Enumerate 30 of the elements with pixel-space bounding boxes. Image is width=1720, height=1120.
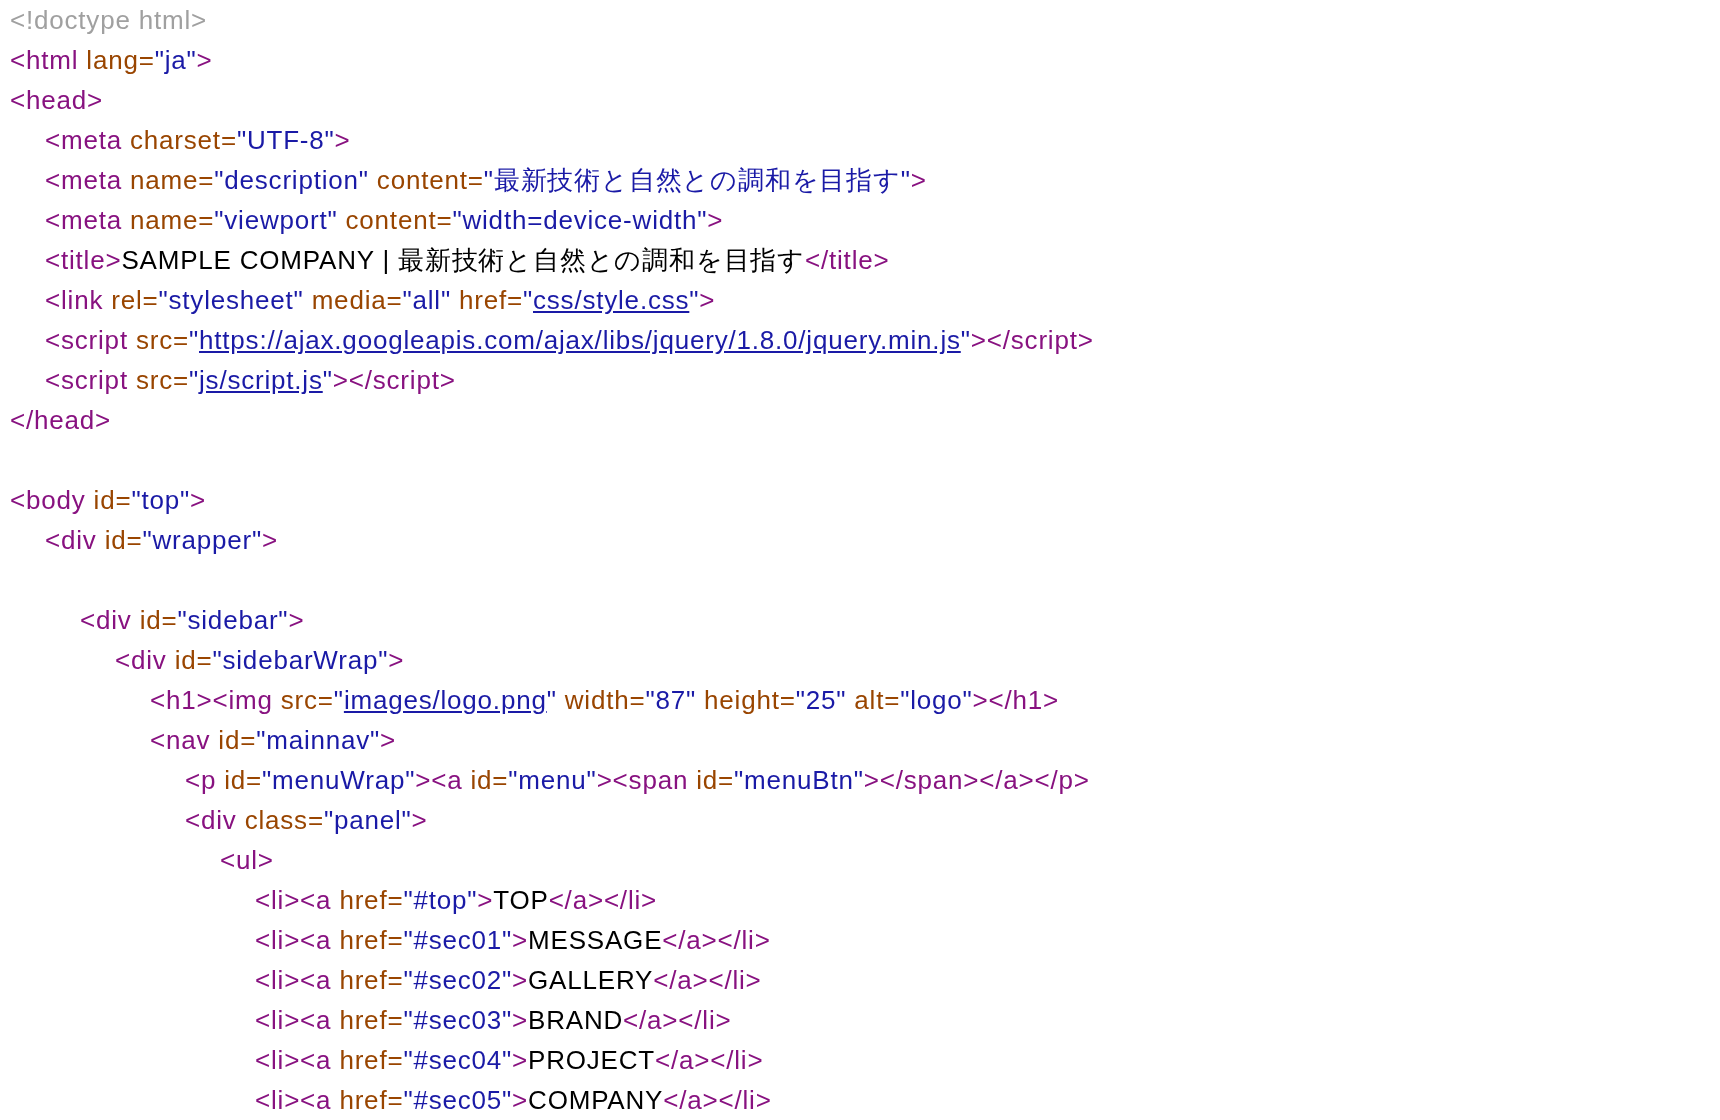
source-line: <div id="sidebarWrap"> bbox=[115, 644, 405, 677]
source-link[interactable]: js/script.js bbox=[199, 365, 323, 395]
source-line: <title>SAMPLE COMPANY | 最新技術と自然との調和を目指す</title> bbox=[45, 244, 890, 277]
source-line: <script src="js/script.js"></script> bbox=[45, 364, 456, 397]
source-line: <meta charset="UTF-8"> bbox=[45, 124, 351, 157]
source-line: <head> bbox=[10, 84, 103, 117]
source-line: <li><a href="#sec03">BRAND</a></li> bbox=[255, 1004, 732, 1037]
source-line: <li><a href="#sec04">PROJECT</a></li> bbox=[255, 1044, 764, 1077]
source-line: <li><a href="#sec02">GALLERY</a></li> bbox=[255, 964, 762, 997]
source-line: <div class="panel"> bbox=[185, 804, 428, 837]
source-line: <li><a href="#top">TOP</a></li> bbox=[255, 884, 658, 917]
source-link[interactable]: images/logo.png bbox=[343, 685, 547, 715]
source-line: <html lang="ja"> bbox=[10, 44, 213, 77]
source-line: <div id="sidebar"> bbox=[80, 604, 305, 637]
source-line: <div id="wrapper"> bbox=[45, 524, 279, 557]
source-link[interactable]: https://ajax.googleapis.com/ajax/libs/jquery/1.8.0/jquery.min.js bbox=[199, 325, 961, 355]
source-line: <ul> bbox=[220, 844, 274, 877]
source-line: <link rel="stylesheet" media="all" href="css/style.css"> bbox=[45, 284, 716, 317]
source-line: <h1><img src="images/logo.png" width="87" height="25" alt="logo"></h1> bbox=[150, 684, 1060, 717]
source-line: <nav id="mainnav"> bbox=[150, 724, 397, 757]
source-line: <p id="menuWrap"><a id="menu"><span id="menuBtn"></span></a></p> bbox=[185, 764, 1090, 797]
source-line: <meta name="viewport" content="width=device-width"> bbox=[45, 204, 724, 237]
source-line: </head> bbox=[10, 404, 112, 437]
source-line: <li><a href="#sec01">MESSAGE</a></li> bbox=[255, 924, 771, 957]
source-line: <li><a href="#sec05">COMPANY</a></li> bbox=[255, 1084, 772, 1117]
source-line: <script src="https://ajax.googleapis.com/ajax/libs/jquery/1.8.0/jquery.min.js"></script> bbox=[45, 324, 1094, 357]
source-link[interactable]: css/style.css bbox=[533, 285, 690, 315]
source-line: <body id="top"> bbox=[10, 484, 206, 517]
source-line: <meta name="description" content="最新技術と自然との調和を目指す"> bbox=[45, 164, 927, 197]
source-line: <!doctype html> bbox=[10, 4, 207, 37]
